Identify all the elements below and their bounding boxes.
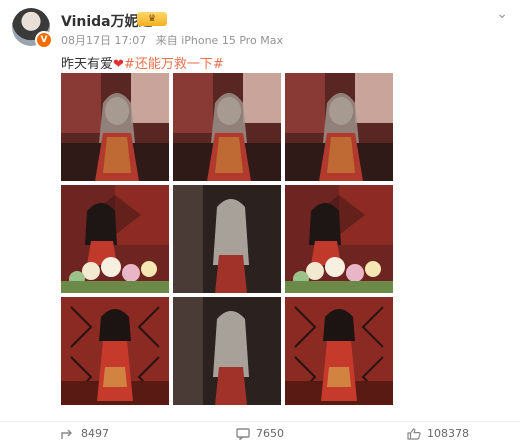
- post-date[interactable]: 08月17日 17:07: [61, 34, 146, 47]
- post-photo[interactable]: [285, 185, 393, 293]
- repost-button[interactable]: 8497: [61, 427, 109, 440]
- photo-image: [61, 185, 169, 293]
- post-photo[interactable]: [61, 297, 169, 405]
- photo-image: [173, 185, 281, 293]
- photo-image: [173, 297, 281, 405]
- verified-icon: V: [35, 31, 53, 49]
- photo-image: [285, 185, 393, 293]
- like-button[interactable]: 108378: [407, 427, 469, 440]
- comment-count: 7650: [256, 427, 284, 440]
- more-icon[interactable]: ⌄: [496, 6, 508, 22]
- hashtag-link[interactable]: #还能万救一下#: [124, 57, 224, 72]
- repost-count: 8497: [81, 427, 109, 440]
- post-photo[interactable]: [61, 73, 169, 181]
- comment-icon: [236, 427, 250, 440]
- post-photo[interactable]: [285, 73, 393, 181]
- post-photo[interactable]: [173, 73, 281, 181]
- photo-image: [173, 73, 281, 181]
- action-bar: 8497 7650 108378: [0, 421, 520, 444]
- post-photo[interactable]: [285, 297, 393, 405]
- post-body: 昨天有爱: [61, 57, 114, 72]
- avatar[interactable]: V: [12, 8, 53, 49]
- post-text: 昨天有爱❤#还能万救一下#: [61, 53, 224, 72]
- photo-image: [285, 297, 393, 405]
- photo-image: [285, 73, 393, 181]
- photo-image: [61, 73, 169, 181]
- vip-crown-icon[interactable]: ♛: [137, 12, 167, 26]
- like-count: 108378: [427, 427, 469, 440]
- weibo-post-card: V Vinida万妮达 ♛ 08月17日 17:07 来自 iPhone 15 …: [0, 0, 520, 443]
- post-photo[interactable]: [173, 185, 281, 293]
- post-source: 来自 iPhone 15 Pro Max: [155, 34, 284, 47]
- photo-image: [61, 297, 169, 405]
- post-photo[interactable]: [173, 297, 281, 405]
- like-icon: [407, 427, 421, 440]
- heart-icon: ❤: [113, 57, 124, 72]
- post-meta: 08月17日 17:07 来自 iPhone 15 Pro Max: [61, 32, 289, 48]
- comment-button[interactable]: 7650: [236, 427, 284, 440]
- post-photo[interactable]: [61, 185, 169, 293]
- repost-icon: [61, 429, 72, 439]
